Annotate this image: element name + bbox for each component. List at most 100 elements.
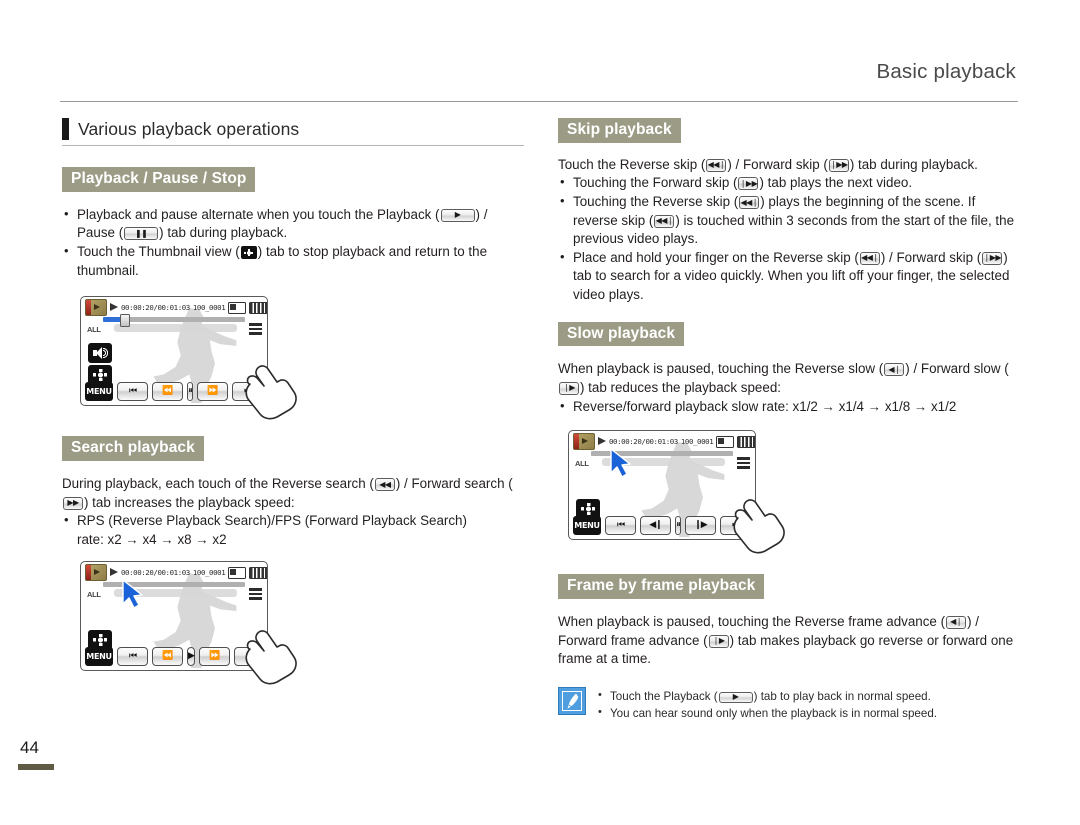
forward-skip-button[interactable]: ⏭ — [720, 516, 751, 536]
forward-skip-button[interactable]: ⏭ — [232, 382, 263, 402]
storage-card-icon — [228, 301, 247, 314]
note-pen-icon — [558, 686, 586, 715]
reverse-skip-button[interactable]: ⏮ — [605, 516, 636, 536]
subsection-frame-by-frame: Frame by frame playback — [558, 574, 1020, 599]
file-name: 100_0001 — [192, 568, 226, 578]
reverse-search-tab-icon: ◀◀ — [374, 478, 395, 491]
pause-button[interactable]: ⏸ — [675, 516, 681, 536]
pause-tab-icon: ❚❚ — [124, 227, 159, 241]
reverse-frame-advance-tab-icon: ◀❘ — [946, 615, 967, 629]
subsection-slow-playback: Slow playback — [558, 321, 1020, 347]
play-button[interactable]: ▶ — [187, 647, 195, 667]
reverse-skip-button[interactable]: ⏮ — [117, 647, 148, 667]
playback-progress-bar[interactable] — [103, 314, 245, 328]
forward-skip-tab-icon: ❘▶▶ — [828, 158, 849, 172]
progress-knob[interactable] — [120, 314, 131, 328]
playback-mode-badge — [85, 564, 107, 582]
list-item: Touch the Playback (▶) tab to play back … — [596, 687, 937, 705]
menu-button[interactable]: MENU — [85, 382, 113, 402]
header-divider — [60, 101, 1018, 102]
section-title-marker — [62, 118, 69, 140]
timecode: 00:00:20/00:01:03 — [121, 568, 190, 578]
subsection-playback-pause-stop: Playback / Pause / Stop — [62, 167, 524, 192]
lcd-screen-2-wrap: 00:00:20/00:01:03 100_0001 ALL MENU ⏮ ⏪ … — [62, 561, 524, 691]
page-number: 44 — [20, 738, 39, 757]
lcd-control-strip: MENU ⏮ ⏪ ▶ ⏩ ⏭ — [85, 647, 265, 667]
file-name: 100_0001 — [192, 303, 226, 313]
list-item: Playback and pause alternate when you to… — [62, 205, 524, 243]
list-item: Touching the Forward skip (❘▶▶) tab play… — [558, 173, 1020, 193]
forward-skip-button[interactable]: ⏭ — [233, 647, 265, 667]
silhouette-bar — [114, 324, 238, 332]
page-number-bar — [18, 764, 54, 770]
lcd-control-strip: MENU ⏮ ◀❙ ⏸ ❙▶ ⏭ — [573, 516, 751, 536]
list-item: Reverse/forward playback slow rate: x1/2… — [558, 397, 1020, 417]
subheading-skip-playback: Skip playback — [558, 118, 681, 143]
quality-icon — [249, 588, 262, 601]
list-item: Place and hold your finger on the Revers… — [558, 248, 1020, 305]
lcd-screen-1-wrap: 00:00:20/00:01:03 100_0001 ALL MENU ⏮ ⏪ … — [62, 296, 524, 420]
reverse-slow-tab-icon: ◀❘ — [884, 363, 905, 377]
forward-frame-advance-tab-icon: ❘▶ — [708, 634, 729, 648]
frame-by-frame-intro: When playback is paused, touching the Re… — [558, 613, 1014, 667]
menu-button[interactable]: MENU — [85, 647, 113, 667]
reverse-skip-button[interactable]: ⏮ — [117, 382, 148, 402]
storage-card-icon — [228, 566, 247, 579]
all-label: ALL — [87, 590, 101, 600]
lcd-status-bar: 00:00:20/00:01:03 100_0001 — [85, 564, 267, 582]
note-box: Touch the Playback (▶) tab to play back … — [558, 686, 1020, 722]
list-item: RPS (Reverse Playback Search)/FPS (Forwa… — [62, 511, 524, 549]
all-label: ALL — [87, 325, 101, 335]
subheading-playback-pause-stop: Playback / Pause / Stop — [62, 167, 256, 192]
skip-playback-bullets: Touching the Forward skip (❘▶▶) tab play… — [558, 173, 1020, 305]
pause-button[interactable]: ⏸ — [187, 382, 193, 402]
forward-search-button[interactable]: ⏩ — [197, 382, 228, 402]
forward-search-tab-icon: ▶▶ — [63, 496, 83, 510]
list-item: Touch the Thumbnail view () tab to stop … — [62, 242, 524, 280]
quality-icon — [249, 323, 262, 336]
reverse-skip-tab-icon: ◀◀❘ — [859, 251, 880, 265]
list-item: Touching the Reverse skip (◀◀❘) plays th… — [558, 192, 1020, 249]
subheading-frame-by-frame: Frame by frame playback — [558, 574, 765, 599]
subsection-search-playback: Search playback — [62, 436, 524, 461]
all-label: ALL — [575, 459, 589, 469]
forward-slow-tab-icon: ❘▶ — [559, 381, 579, 395]
battery-icon — [737, 435, 755, 448]
left-column: Various playback operations Playback / P… — [62, 118, 524, 691]
forward-skip-tab-icon: ❘▶▶ — [738, 177, 759, 191]
lcd-slow-playback-screen: 00:00:20/00:01:03 100_0001 ALL MENU ⏮ ◀❙… — [568, 430, 756, 541]
subsection-skip-playback: Skip playback — [558, 118, 1020, 143]
lcd-status-bar: 00:00:20/00:01:03 100_0001 — [85, 299, 267, 317]
menu-button[interactable]: MENU — [573, 516, 601, 536]
reverse-skip-tab-icon: ◀◀❘ — [739, 196, 760, 209]
reverse-search-button[interactable]: ⏪ — [152, 647, 183, 667]
reverse-skip-tab-icon: ◀◀❘ — [654, 214, 675, 228]
lcd-playback-pause-screen: 00:00:20/00:01:03 100_0001 ALL MENU ⏮ ⏪ … — [80, 296, 268, 407]
search-playback-bullets: RPS (Reverse Playback Search)/FPS (Forwa… — [62, 511, 524, 549]
timecode: 00:00:20/00:01:03 — [609, 437, 678, 447]
timecode: 00:00:20/00:01:03 — [121, 303, 190, 313]
playback-pause-stop-bullets: Playback and pause alternate when you to… — [62, 205, 524, 280]
file-name: 100_0001 — [680, 437, 714, 447]
thumbnail-view-icon — [240, 246, 257, 259]
speaker-icon[interactable] — [88, 343, 112, 364]
reverse-slow-button[interactable]: ◀❙ — [640, 516, 671, 536]
play-state-icon — [110, 303, 118, 312]
forward-skip-tab-icon: ❘▶▶ — [982, 251, 1003, 265]
right-column: Skip playback Touch the Reverse skip (◀◀… — [558, 118, 1020, 722]
play-tab-icon: ▶ — [440, 208, 475, 222]
playback-mode-badge — [573, 433, 595, 451]
lcd-screen-3-wrap: 00:00:20/00:01:03 100_0001 ALL MENU ⏮ ◀❙… — [558, 430, 1020, 570]
section-title-divider — [62, 145, 524, 146]
battery-icon — [249, 566, 267, 579]
forward-slow-button[interactable]: ❙▶ — [685, 516, 716, 536]
section-title-row: Various playback operations — [62, 118, 524, 140]
subheading-slow-playback: Slow playback — [558, 321, 685, 347]
search-playback-intro: During playback, each touch of the Rever… — [62, 476, 513, 510]
slow-playback-bullets: Reverse/forward playback slow rate: x1/2… — [558, 397, 1020, 417]
forward-search-button[interactable]: ⏩ — [198, 647, 230, 667]
list-item: You can hear sound only when the playbac… — [596, 704, 937, 722]
slow-playback-intro: When playback is paused, touching the Re… — [558, 361, 1009, 395]
reverse-search-button[interactable]: ⏪ — [152, 382, 183, 402]
lcd-status-bar: 00:00:20/00:01:03 100_0001 — [573, 433, 755, 451]
